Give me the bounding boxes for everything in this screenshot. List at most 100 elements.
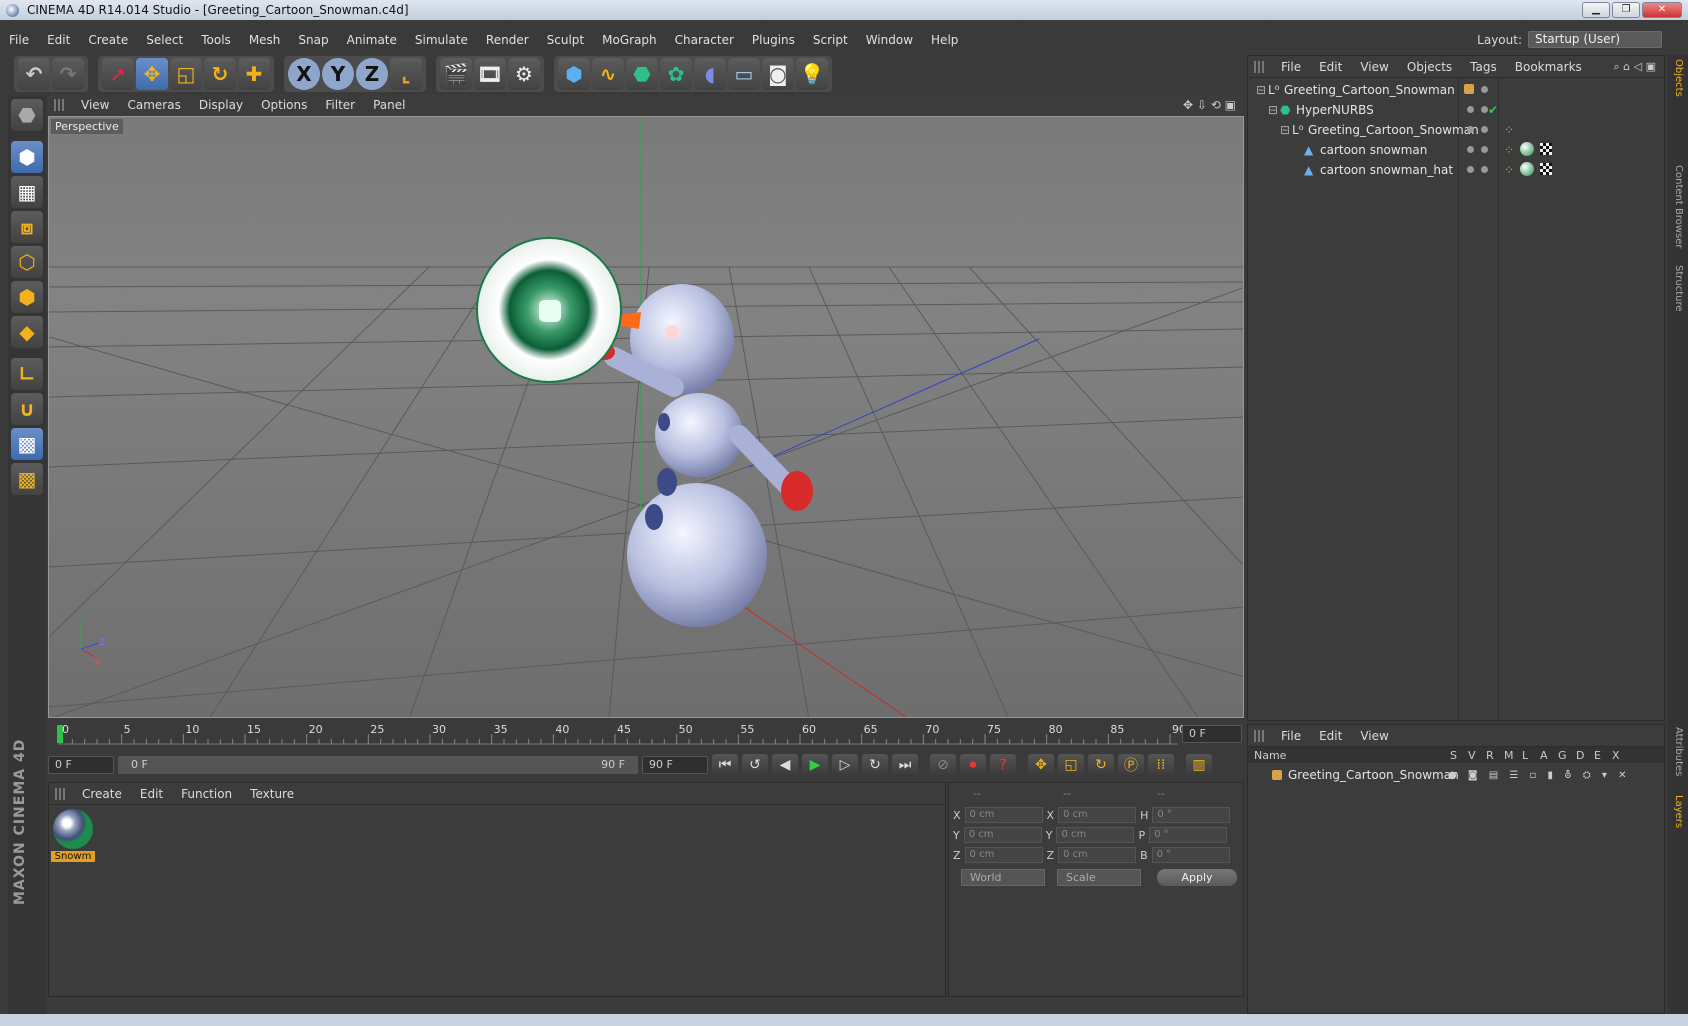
menu-select[interactable]: Select bbox=[137, 33, 192, 47]
maximize-button[interactable]: ❐ bbox=[1612, 2, 1640, 18]
object-row[interactable]: ▲ cartoon snowman_hat ⁘ bbox=[1248, 160, 1664, 180]
layer-flag-icons[interactable]: ● ◙ ▤ ☰ ▫ ▮ ⛢ ⛭ ▾ ✕ bbox=[1448, 770, 1630, 781]
objects-search-icon[interactable]: ⌕ ⌂ ◁ ▣ bbox=[1614, 60, 1657, 74]
z-axis-icon[interactable]: Z bbox=[356, 58, 388, 90]
model-mode-icon[interactable]: ⬢ bbox=[11, 141, 43, 173]
go-to-end-icon[interactable]: ⏭ bbox=[892, 754, 918, 776]
visibility-dot-icon[interactable] bbox=[1481, 86, 1488, 93]
tab-layers[interactable]: Layers bbox=[1673, 795, 1684, 828]
nurbs-icon[interactable]: ⬣ bbox=[626, 58, 658, 90]
viewport-menu-panel[interactable]: Panel bbox=[364, 98, 414, 112]
select-arrow-icon[interactable]: ➚ bbox=[102, 58, 134, 90]
scale-icon[interactable]: ◱ bbox=[170, 58, 202, 90]
tab-attributes[interactable]: Attributes bbox=[1673, 727, 1684, 776]
expand-toggle-icon[interactable]: ⊟ bbox=[1268, 103, 1278, 117]
key-position-icon[interactable]: ✥ bbox=[1028, 754, 1054, 776]
cube-icon[interactable]: ⬢ bbox=[558, 58, 590, 90]
x-axis-icon[interactable]: X bbox=[288, 58, 320, 90]
coord-type-dropdown[interactable]: Scale bbox=[1057, 869, 1141, 886]
viewport-nav-icons[interactable]: ✥ ⇩ ⟲ ▣ bbox=[1183, 98, 1236, 112]
render-dot-icon[interactable] bbox=[1481, 146, 1488, 153]
current-frame-field[interactable]: 0 F bbox=[1182, 725, 1242, 743]
layers-menu-view[interactable]: View bbox=[1351, 729, 1397, 743]
visibility-dot-icon[interactable] bbox=[1467, 106, 1474, 113]
key-scale-icon[interactable]: ◱ bbox=[1058, 754, 1084, 776]
polygons-mode-icon[interactable]: ◆ bbox=[11, 316, 43, 348]
objects-menu-tags[interactable]: Tags bbox=[1461, 60, 1506, 74]
edges-mode-icon[interactable]: ⬢ bbox=[11, 281, 43, 313]
key-parameter-icon[interactable]: Ⓟ bbox=[1118, 754, 1144, 776]
visibility-dot-icon[interactable] bbox=[1467, 166, 1474, 173]
planar-workplane-icon[interactable]: ▩ bbox=[11, 463, 43, 495]
drag-grip-icon[interactable] bbox=[1254, 729, 1266, 742]
step-back-icon[interactable]: ◀ bbox=[772, 754, 798, 776]
make-editable-icon[interactable]: ⬣ bbox=[11, 99, 43, 131]
menu-help[interactable]: Help bbox=[922, 33, 967, 47]
objects-menu-edit[interactable]: Edit bbox=[1310, 60, 1351, 74]
layers-menu-edit[interactable]: Edit bbox=[1310, 729, 1351, 743]
menu-script[interactable]: Script bbox=[804, 33, 857, 47]
visibility-dot-icon[interactable] bbox=[1467, 126, 1474, 133]
close-button[interactable]: ✕ bbox=[1642, 2, 1682, 18]
object-row[interactable]: ⊟ L⁰ Greeting_Cartoon_Snowman ⁘ bbox=[1248, 120, 1664, 140]
size-x-field[interactable]: 0 cm bbox=[1058, 807, 1137, 823]
menu-edit[interactable]: Edit bbox=[38, 33, 79, 47]
expand-toggle-icon[interactable]: ⊟ bbox=[1256, 83, 1266, 97]
menu-file[interactable]: File bbox=[0, 33, 38, 47]
drag-grip-icon[interactable] bbox=[1254, 60, 1266, 73]
rot-p-field[interactable]: 0 ° bbox=[1149, 827, 1228, 843]
pos-y-field[interactable]: 0 cm bbox=[963, 827, 1042, 843]
viewport-menu-options[interactable]: Options bbox=[252, 98, 316, 112]
object-row[interactable]: ⊟ ⬣ HyperNURBS ✔ bbox=[1248, 100, 1664, 120]
objects-menu-objects[interactable]: Objects bbox=[1398, 60, 1461, 74]
tab-content-browser[interactable]: Content Browser bbox=[1673, 165, 1684, 248]
end-frame-field[interactable]: 90 F bbox=[642, 756, 708, 774]
render-dot-icon[interactable] bbox=[1481, 106, 1488, 113]
uvw-tag-icon[interactable] bbox=[1540, 143, 1552, 155]
render-settings-icon[interactable]: ⚙ bbox=[508, 58, 540, 90]
enabled-check-icon[interactable]: ✔ bbox=[1488, 103, 1498, 117]
timeline-ruler[interactable]: 0 5 10 15 20 25 30 35 40 45 50 55 60 65 70 75 80 85 90 0 F bbox=[48, 722, 1244, 746]
material-tag-icon[interactable] bbox=[1520, 162, 1534, 176]
material-menu-edit[interactable]: Edit bbox=[131, 787, 172, 801]
prev-key-icon[interactable]: ↺ bbox=[742, 754, 768, 776]
objects-menu-file[interactable]: File bbox=[1272, 60, 1310, 74]
render-dot-icon[interactable] bbox=[1481, 126, 1488, 133]
menu-simulate[interactable]: Simulate bbox=[406, 33, 477, 47]
frame-range-slider[interactable]: 0 F 90 F bbox=[118, 756, 638, 774]
keyframe-selection-icon[interactable]: ? bbox=[990, 754, 1016, 776]
material-item[interactable]: Snowm bbox=[51, 809, 95, 862]
drag-grip-icon[interactable] bbox=[55, 787, 67, 800]
menu-animate[interactable]: Animate bbox=[338, 33, 406, 47]
uvw-tag-icon[interactable] bbox=[1540, 163, 1552, 175]
menu-create[interactable]: Create bbox=[79, 33, 137, 47]
perspective-viewport[interactable]: Y Z X Perspective bbox=[48, 116, 1244, 718]
array-icon[interactable]: ✿ bbox=[660, 58, 692, 90]
render-view-icon[interactable]: 🎬 bbox=[440, 58, 472, 90]
viewport-menu-filter[interactable]: Filter bbox=[316, 98, 364, 112]
object-row[interactable]: ⊟ L⁰ Greeting_Cartoon_Snowman bbox=[1248, 80, 1664, 100]
size-z-field[interactable]: 0 cm bbox=[1058, 847, 1137, 863]
key-rotation-icon[interactable]: ↻ bbox=[1088, 754, 1114, 776]
timeline-window-icon[interactable]: ▥ bbox=[1186, 754, 1212, 776]
layer-row[interactable]: Greeting_Cartoon_Snowman ● ◙ ▤ ☰ ▫ ▮ ⛢ ⛭… bbox=[1248, 765, 1664, 785]
layer-color-icon[interactable] bbox=[1272, 770, 1282, 780]
autokey-icon[interactable]: ⏺ bbox=[960, 754, 986, 776]
step-forward-icon[interactable]: ▷ bbox=[832, 754, 858, 776]
viewport-menu-display[interactable]: Display bbox=[190, 98, 252, 112]
locked-workplane-icon[interactable]: ▩ bbox=[11, 428, 43, 460]
menu-tools[interactable]: Tools bbox=[192, 33, 240, 47]
drag-grip-icon[interactable] bbox=[54, 99, 66, 111]
pos-z-field[interactable]: 0 cm bbox=[964, 847, 1043, 863]
scene-floor-icon[interactable]: ▭ bbox=[728, 58, 760, 90]
rot-b-field[interactable]: 0 ° bbox=[1151, 847, 1230, 863]
coordinate-system-icon[interactable]: ⌞ bbox=[390, 58, 422, 90]
phong-tag-icon[interactable]: ⁘ bbox=[1504, 163, 1514, 177]
add-icon[interactable]: ✚ bbox=[238, 58, 270, 90]
rot-h-field[interactable]: 0 ° bbox=[1152, 807, 1231, 823]
menu-plugins[interactable]: Plugins bbox=[743, 33, 804, 47]
camera-icon[interactable]: ◙ bbox=[762, 58, 794, 90]
key-pla-icon[interactable]: ⁞⁞ bbox=[1148, 754, 1174, 776]
object-row[interactable]: ▲ cartoon snowman ⁘ bbox=[1248, 140, 1664, 160]
play-icon[interactable]: ▶ bbox=[802, 754, 828, 776]
